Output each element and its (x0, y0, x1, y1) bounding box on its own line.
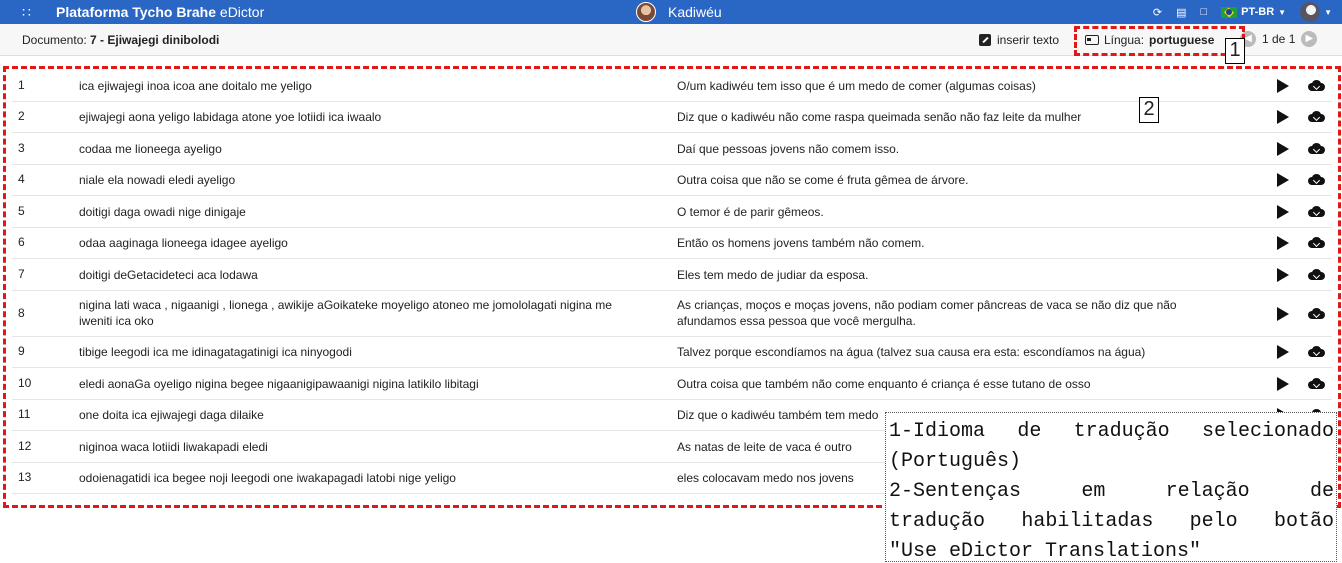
user-menu[interactable]: ▼ (1300, 2, 1332, 22)
document-label: Documento: (22, 33, 87, 47)
apps-grid-icon[interactable]: ∷ (22, 3, 31, 21)
chevron-down-icon: ▼ (1278, 7, 1287, 17)
brand-app: eDictor (219, 4, 265, 20)
pager: ◀ 1 de 1 ▶ (1240, 31, 1318, 47)
refresh-icon[interactable]: ⟳ (1153, 6, 1162, 19)
note-line: (Português) (889, 450, 1022, 473)
note-line: 2-Sentenças em relação de (889, 480, 1334, 503)
brand-title: Plataforma Tycho Brahe (56, 4, 217, 20)
next-page-button[interactable]: ▶ (1301, 31, 1318, 47)
language-selector[interactable]: PT-BR ▼ (1221, 6, 1286, 18)
language-label: PT-BR (1241, 6, 1275, 18)
brazil-flag-icon (1221, 6, 1238, 18)
annotation-number-2: 2 (1139, 97, 1159, 123)
document-name: 7 - Ejiwajegi dinibolodi (90, 33, 220, 47)
annotation-note: 1-Idioma de tradução selecionado (Portug… (885, 412, 1337, 563)
chevron-down-icon: ▼ (1324, 7, 1332, 17)
insert-text-button[interactable]: inserir texto (979, 33, 1059, 47)
edit-icon (979, 34, 991, 46)
project-name: Kadiwéu (668, 4, 722, 20)
user-avatar (1300, 2, 1321, 22)
note-line: 1-Idioma de tradução selecionado (889, 420, 1334, 443)
project-avatar (636, 2, 656, 22)
annotation-number-1: 1 (1225, 38, 1245, 64)
help-icon[interactable]: □ (1201, 6, 1208, 18)
annotation-box-1 (1074, 26, 1245, 56)
document-title: Documento: 7 - Ejiwajegi dinibolodi (22, 33, 219, 47)
project-selector[interactable]: Kadiwéu (636, 2, 722, 22)
top-navbar: ∷ Plataforma Tycho Brahe eDictor Kadiwéu… (0, 0, 1342, 24)
keyboard-icon[interactable]: ▤ (1176, 6, 1186, 19)
note-line: tradução habilitadas pelo botão (889, 510, 1334, 533)
page-indicator: 1 de 1 (1262, 32, 1296, 46)
insert-text-label: inserir texto (997, 33, 1060, 47)
toolbar: ⟳ ▤ □ PT-BR ▼ ▼ (1153, 2, 1332, 22)
brand[interactable]: Plataforma Tycho Brahe eDictor (56, 3, 264, 21)
note-line: "Use eDictor Translations" (889, 540, 1202, 563)
